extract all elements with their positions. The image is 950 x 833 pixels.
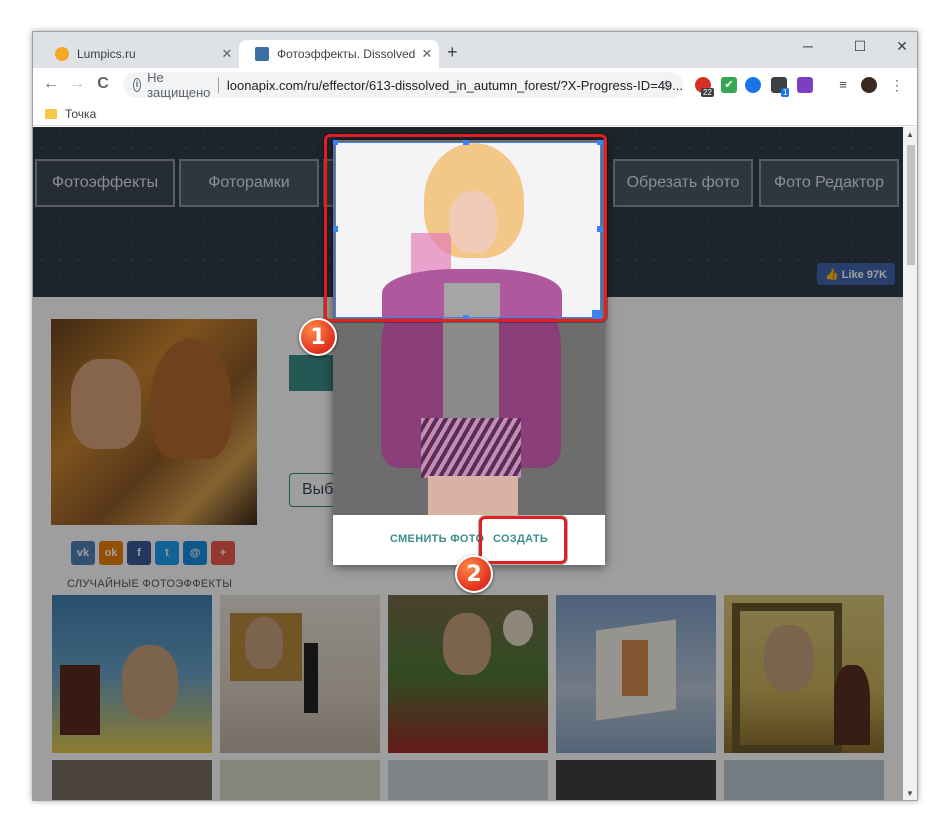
tab-title: Lumpics.ru [77,47,136,61]
url-text[interactable]: loonapix.com/ru/effector/613-dissolved_i… [227,78,683,93]
bookmark-star-icon[interactable]: ☆ [660,76,673,94]
close-tab-icon[interactable]: ✕ [215,46,239,62]
media-control-icon[interactable]: ≡ [835,77,851,93]
extension-badge: 22 [701,88,714,97]
browser-toolbar: ← → C i Не защищено loonapix.com/ru/effe… [33,68,917,102]
omnibox-divider [218,77,219,93]
change-photo-button[interactable]: СМЕНИТЬ ФОТО [390,533,484,545]
checkmark-extension-icon[interactable]: ✔ [721,77,737,93]
highlight-crop-area [324,134,607,322]
menu-kebab-icon[interactable]: ⋮ [889,77,905,93]
back-button[interactable]: ← [41,75,61,93]
profile-avatar[interactable] [861,77,877,93]
new-tab-button[interactable]: + [447,42,458,63]
close-window-button[interactable]: ✕ [885,38,917,55]
loonapix-favicon-icon [255,47,269,61]
scroll-up-icon[interactable]: ▲ [906,130,914,139]
reload-button[interactable]: C [93,75,113,93]
info-icon[interactable]: i [133,78,142,92]
page-scrollbar[interactable]: ▲ ▼ [903,127,917,800]
security-label[interactable]: Не защищено [147,70,210,100]
step-1-badge: 1 [299,318,337,356]
highlight-create-button [479,516,567,564]
photo-legs [428,476,518,515]
bookmark-folder[interactable]: Точка [45,107,96,121]
lumpics-favicon-icon [55,47,69,61]
extension-badge: 1 [781,88,790,97]
scroll-down-icon[interactable]: ▼ [906,789,914,798]
folder-icon [45,109,57,119]
bookmark-label: Точка [65,107,97,121]
ad-extension-icon[interactable] [797,77,813,93]
page-content: Фотоэффекты Фоторамки Обрезать фото Фото… [33,127,903,800]
vpn-extension-icon[interactable] [745,77,761,93]
step-2-badge: 2 [455,555,493,593]
tab-strip: Lumpics.ru ✕ Фотоэффекты. Dissolved in a… [33,32,917,68]
tab-lumpics[interactable]: Lumpics.ru ✕ [39,40,239,68]
browser-window: Lumpics.ru ✕ Фотоэффекты. Dissolved in a… [32,31,918,801]
maximize-button[interactable]: ☐ [843,38,877,55]
close-tab-icon[interactable]: ✕ [415,46,439,62]
bookmarks-bar: Точка [33,102,917,126]
forward-button[interactable]: → [67,75,87,93]
minimize-button[interactable]: ─ [791,38,825,54]
scrollbar-thumb[interactable] [907,145,915,265]
tab-loonapix[interactable]: Фотоэффекты. Dissolved in autu ✕ [239,40,439,68]
tab-title: Фотоэффекты. Dissolved in autu [277,47,415,61]
photo-shorts [421,418,521,478]
address-bar[interactable]: i Не защищено loonapix.com/ru/effector/6… [123,70,683,100]
